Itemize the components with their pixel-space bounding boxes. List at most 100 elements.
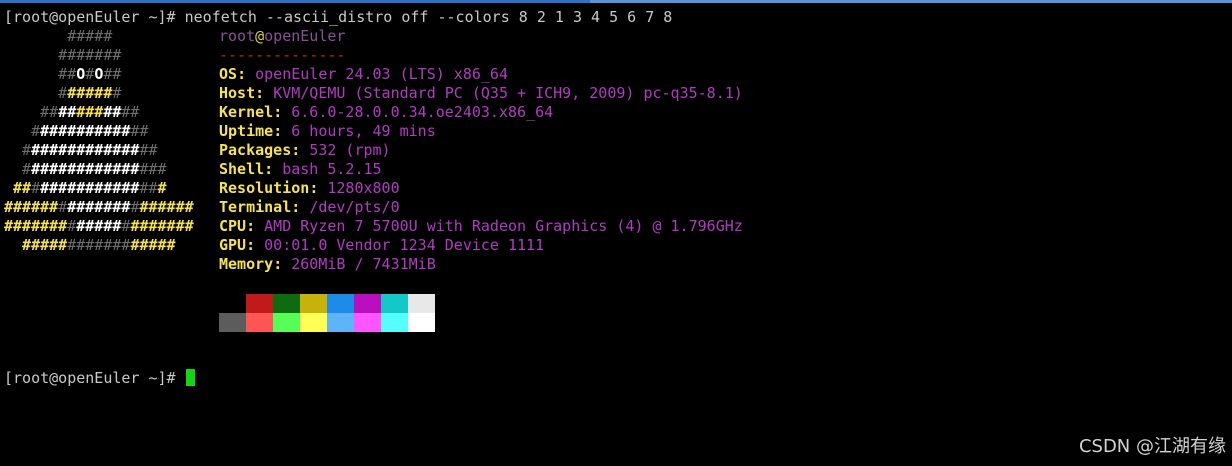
info-colon: : [291, 198, 310, 216]
title-host: openEuler [264, 27, 346, 45]
info-colon: : [264, 160, 283, 178]
info-colon: : [246, 217, 265, 235]
ascii-logo-segment: ####### [67, 236, 131, 254]
info-value: bash 5.2.15 [282, 160, 382, 178]
window-top-border-highlight [590, 0, 1232, 3]
info-value: openEuler 24.03 (LTS) x86_64 [255, 65, 508, 83]
palette-swatch [219, 294, 246, 313]
ascii-logo-segment: O [76, 65, 86, 83]
ascii-logo-segment: # [85, 65, 95, 83]
shell-prompt: [root@openEuler ~]# [4, 8, 185, 26]
text-cursor [185, 369, 195, 386]
ascii-logo-segment: ###### [139, 198, 194, 216]
info-row-os: OS: openEuler 24.03 (LTS) x86_64 [219, 65, 743, 84]
ascii-logo-segment: ####### [67, 198, 131, 216]
palette-bright-row [219, 313, 435, 332]
info-value: 532 (rpm) [309, 141, 391, 159]
ascii-logo-segment: ## [4, 65, 77, 83]
ascii-logo-segment: ## [139, 179, 158, 197]
ascii-logo-segment: ##### [4, 27, 113, 45]
info-key: Memory [219, 255, 274, 273]
ascii-logo-segment: ### [76, 103, 104, 121]
ascii-logo-segment: # [157, 179, 167, 197]
ascii-logo-segment: # [4, 122, 41, 140]
ascii-logo-segment: ############ [31, 141, 140, 159]
palette-swatch [327, 313, 354, 332]
watermark: CSDN @江湖有缘 [1078, 436, 1226, 457]
ascii-logo-segment: # [67, 217, 77, 235]
ascii-logo-segment: O [94, 65, 104, 83]
palette-swatch [408, 294, 435, 313]
palette-swatch [273, 294, 300, 313]
ascii-logo-segment: ###### [4, 198, 59, 216]
info-row-cpu: CPU: AMD Ryzen 7 5700U with Radeon Graph… [219, 217, 743, 236]
info-key: Shell [219, 160, 265, 178]
title-user: root [219, 27, 256, 45]
title-at: @ [255, 27, 265, 45]
palette-swatch [246, 313, 273, 332]
color-palette [219, 294, 435, 332]
palette-swatch [381, 313, 408, 332]
info-value: KVM/QEMU (Standard PC (Q35 + ICH9, 2009)… [273, 84, 743, 102]
info-colon: : [273, 255, 292, 273]
ascii-logo-segment: ## [103, 65, 122, 83]
ascii-logo-row: ########### [4, 103, 194, 122]
ascii-logo-segment: ##### [4, 236, 68, 254]
info-row-terminal: Terminal: /dev/pts/0 [219, 198, 743, 217]
ascii-logo-segment: # [58, 198, 68, 216]
info-key: Uptime [219, 122, 274, 140]
ascii-logo-segment: ## [103, 103, 122, 121]
ascii-logo-segment: ## [4, 179, 32, 197]
ascii-logo-segment: # [4, 160, 32, 178]
palette-swatch [273, 313, 300, 332]
info-value: 00:01.0 Vendor 1234 Device 1111 [264, 236, 545, 254]
ascii-logo-row: ############### [4, 141, 194, 160]
ascii-logo-segment: # [112, 84, 122, 102]
info-colon: : [291, 141, 310, 159]
command-line: [root@openEuler ~]# neofetch --ascii_dis… [4, 8, 672, 27]
ascii-logo-row: ##################### [4, 217, 194, 236]
ascii-logo: ##### ####### ##O#O## ####### ##########… [4, 27, 194, 255]
palette-normal-row [219, 294, 435, 313]
ascii-logo-segment: ############ [31, 160, 140, 178]
ascii-logo-segment: ##### [76, 217, 122, 235]
ascii-logo-segment: ####### [4, 217, 68, 235]
ascii-logo-segment: ####### [130, 217, 194, 235]
info-row-kernel: Kernel: 6.6.0-28.0.0.34.oe2403.x86_64 [219, 103, 743, 122]
info-key: GPU [219, 236, 247, 254]
info-key: Resolution [219, 179, 310, 197]
info-separator: -------------- [219, 46, 346, 64]
info-row-memory: Memory: 260MiB / 7431MiB [219, 255, 743, 274]
info-value: 6 hours, 49 mins [291, 122, 436, 140]
ascii-logo-segment: ## [130, 122, 149, 140]
ascii-logo-segment: ## [121, 103, 140, 121]
info-colon: : [309, 179, 328, 197]
palette-swatch [219, 313, 246, 332]
info-value: 1280x800 [327, 179, 400, 197]
ascii-logo-segment: ##### [67, 84, 113, 102]
palette-swatch [381, 294, 408, 313]
info-row-gpu: GPU: 00:01.0 Vendor 1234 Device 1111 [219, 236, 743, 255]
palette-swatch [354, 294, 381, 313]
info-row-shell: Shell: bash 5.2.15 [219, 160, 743, 179]
ascii-logo-segment: ## [139, 141, 158, 159]
ascii-logo-segment: # [31, 179, 41, 197]
ascii-logo-row: ############# [4, 122, 194, 141]
info-value: /dev/pts/0 [309, 198, 400, 216]
info-row-resolution: Resolution: 1280x800 [219, 179, 743, 198]
ascii-logo-segment: ########### [40, 179, 140, 197]
info-key: Host [219, 84, 256, 102]
final-prompt-line[interactable]: [root@openEuler ~]# [4, 369, 195, 388]
info-colon: : [246, 236, 265, 254]
ascii-logo-segment: ## [58, 103, 77, 121]
info-value: AMD Ryzen 7 5700U with Radeon Graphics (… [264, 217, 743, 235]
info-colon: : [273, 103, 292, 121]
info-value: 260MiB / 7431MiB [291, 255, 436, 273]
info-row-uptime: Uptime: 6 hours, 49 mins [219, 122, 743, 141]
ascii-logo-row: ################ [4, 160, 194, 179]
palette-swatch [408, 313, 435, 332]
info-key: Packages [219, 141, 292, 159]
ascii-logo-segment: ####### [4, 46, 122, 64]
info-rows: OS: openEuler 24.03 (LTS) x86_64 Host: KV… [219, 65, 743, 274]
palette-swatch [300, 313, 327, 332]
